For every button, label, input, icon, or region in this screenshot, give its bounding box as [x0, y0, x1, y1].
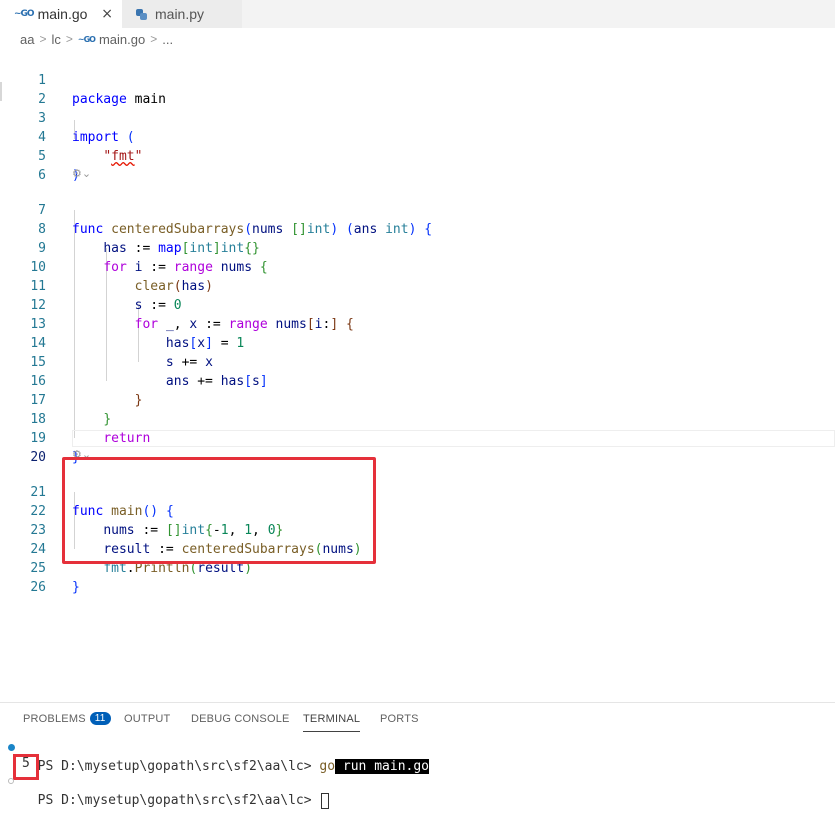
- chevron-right-icon: >: [150, 32, 158, 46]
- tab-main-go[interactable]: ~GO main.go ×: [0, 0, 122, 28]
- chevron-right-icon: >: [65, 32, 73, 46]
- terminal-prompt-line[interactable]: PS D:\mysetup\gopath\src\sf2\aa\lc>: [22, 772, 330, 809]
- terminal-prompt: PS D:\mysetup\gopath\src\sf2\aa\lc>: [37, 793, 320, 808]
- code-line: 16 }: [0, 353, 835, 408]
- code-line: 18 return: [0, 391, 835, 446]
- problems-count-badge: 11: [89, 712, 111, 725]
- code-line: 8 has := map[int]int{}: [0, 201, 835, 256]
- code-line: 5 ): [0, 128, 835, 183]
- breadcrumb: aa > lc > ~GO main.go > ...: [0, 28, 835, 50]
- code-line: 20: [0, 429, 835, 465]
- python-file-icon: [136, 8, 147, 20]
- terminal-command-tail: run main.go: [335, 759, 429, 774]
- code-line: 14 s += x: [0, 315, 835, 370]
- line-number: 26: [30, 580, 46, 595]
- code-line: 9 for i := range nums {: [0, 220, 835, 275]
- code-editor[interactable]: 1 package main 2 3 import ( 4 "fmt" 5 ) …: [0, 52, 835, 702]
- breadcrumb-item-file[interactable]: main.go: [99, 32, 145, 47]
- code-line: 19 }: [0, 410, 835, 465]
- go-file-icon: ~GO: [77, 34, 96, 44]
- tab-terminal[interactable]: TERMINAL: [303, 713, 361, 732]
- tab-debug-console[interactable]: DEBUG CONSOLE: [191, 713, 290, 725]
- terminal-command-line[interactable]: PS D:\mysetup\gopath\src\sf2\aa\lc> go r…: [22, 738, 429, 774]
- editor-tab-bar: ~GO main.go × main.py: [0, 0, 835, 28]
- terminal-output: 5: [22, 756, 30, 771]
- code-line: 2: [0, 71, 835, 107]
- code-line: 1 package main: [0, 52, 835, 107]
- red-highlight-box: [62, 457, 376, 564]
- close-tab-icon[interactable]: ×: [101, 6, 113, 22]
- tab-main-py[interactable]: main.py: [122, 0, 242, 28]
- code-text: }: [72, 580, 80, 595]
- code-line: 15 ans += has[s]: [0, 334, 835, 389]
- tab-output[interactable]: OUTPUT: [124, 713, 170, 725]
- go-file-icon: ~GO: [14, 9, 35, 19]
- command-success-dot-icon[interactable]: [8, 744, 15, 751]
- code-line: 7 func centeredSubarrays(nums []int) (an…: [0, 182, 835, 237]
- code-line: 6: [0, 147, 835, 183]
- tab-problems[interactable]: PROBLEMS 11: [23, 712, 111, 726]
- code-line: 3 import (: [0, 90, 835, 145]
- code-line: 17 }: [0, 372, 835, 427]
- breadcrumb-item-lc[interactable]: lc: [51, 32, 60, 47]
- code-line: 12 for _, x := range nums[i:] {: [0, 277, 835, 332]
- tab-label: main.py: [155, 6, 205, 22]
- codelens-gear-icon[interactable]: ⚙⌄: [72, 167, 91, 182]
- breadcrumb-item-symbol[interactable]: ...: [162, 32, 173, 47]
- tab-ports[interactable]: PORTS: [380, 713, 419, 725]
- code-line: 13 has[x] = 1: [0, 296, 835, 351]
- code-line: 4 "fmt": [0, 109, 835, 164]
- tab-label: main.go: [37, 6, 88, 22]
- code-line: 11 s := 0: [0, 258, 835, 313]
- command-pending-dot-icon[interactable]: [8, 778, 14, 784]
- terminal-cursor: [321, 792, 330, 809]
- panel-tab-bar: PROBLEMS 11 OUTPUT DEBUG CONSOLE TERMINAL…: [0, 703, 835, 737]
- code-line: 10 clear(has): [0, 239, 835, 294]
- chevron-right-icon: >: [39, 32, 47, 46]
- breadcrumb-item-aa[interactable]: aa: [20, 32, 34, 47]
